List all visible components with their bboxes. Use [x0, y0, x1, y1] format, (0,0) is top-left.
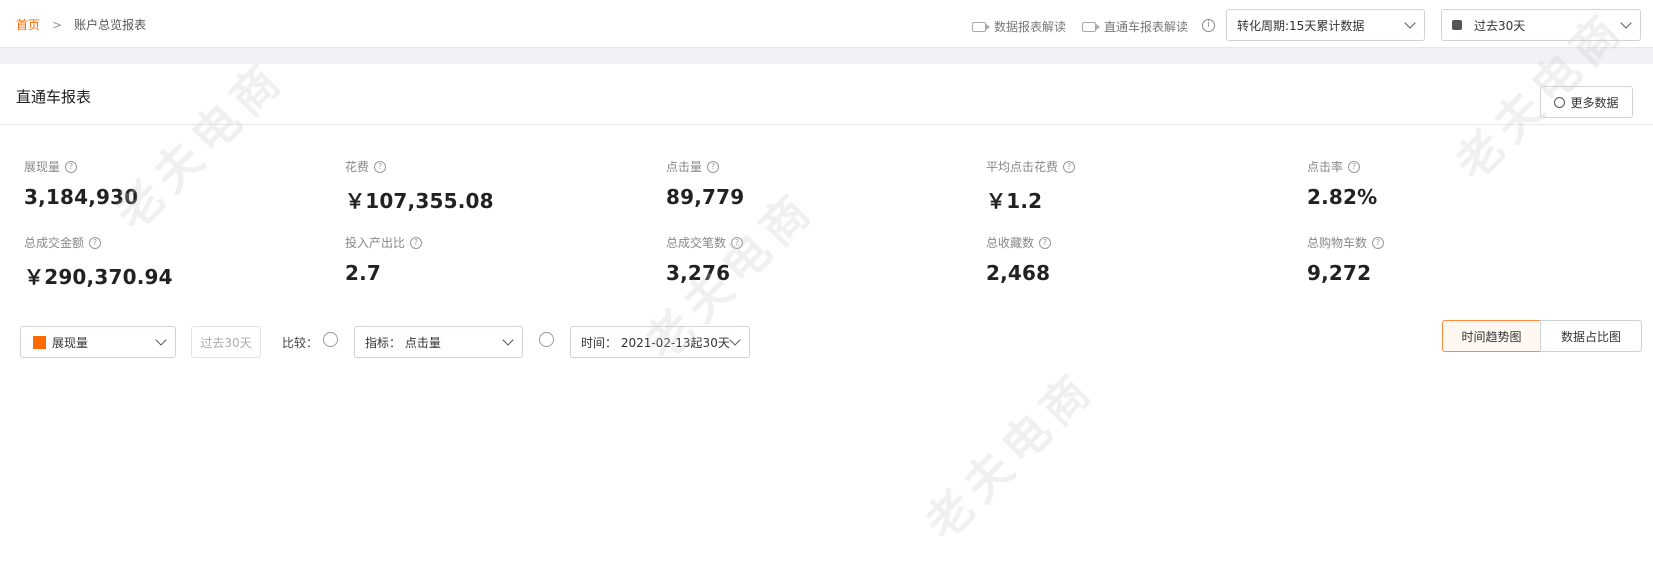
help-icon[interactable]: ?: [374, 160, 387, 173]
chevron-down-icon: [1404, 17, 1416, 29]
chevron-down-icon: [1620, 17, 1632, 29]
divider: [0, 124, 1653, 125]
date-range-select[interactable]: 过去30天: [1441, 9, 1641, 41]
data-report-guide-label: 数据报表解读: [994, 20, 1067, 34]
chevron-down-icon: [502, 334, 514, 346]
metric-label: 花费?: [345, 158, 645, 175]
metric-label: 点击率?: [1307, 158, 1607, 175]
ratio-view-button[interactable]: 数据占比图: [1540, 320, 1642, 352]
help-icon[interactable]: ?: [1063, 160, 1076, 173]
metric-card: 平均点击花费? ￥1.2: [986, 158, 1286, 214]
help-icon[interactable]: ?: [1348, 160, 1361, 173]
metric-card: 总收藏数? 2,468: [986, 234, 1286, 285]
breadcrumb: 首页 > 账户总览报表: [16, 16, 146, 33]
help-icon[interactable]: ?: [65, 160, 78, 173]
metric-label: 投入产出比?: [345, 234, 645, 251]
breadcrumb-home-link[interactable]: 首页: [16, 16, 40, 33]
help-icon[interactable]: ?: [89, 236, 102, 249]
metric-value: 89,779: [666, 185, 745, 209]
metric-card: 花费? ￥107,355.08: [345, 158, 645, 214]
video-icon: [1082, 21, 1100, 32]
more-data-button[interactable]: 更多数据: [1540, 86, 1633, 118]
indicator-select[interactable]: 指标： 点击量: [354, 326, 523, 358]
ztc-report-guide-label: 直通车报表解读: [1104, 20, 1189, 34]
metric-label: 平均点击花费?: [986, 158, 1286, 175]
metric-card: 投入产出比? 2.7: [345, 234, 645, 285]
card-title: 直通车报表: [16, 88, 92, 106]
compare-label: 比较：: [282, 336, 319, 350]
info-icon[interactable]: i: [1202, 19, 1215, 32]
help-icon[interactable]: ?: [707, 160, 720, 173]
metric-value: ￥107,355.08: [345, 189, 494, 213]
series-color-swatch: [33, 335, 46, 349]
range-button[interactable]: 过去30天: [191, 326, 261, 358]
video-icon: [972, 21, 990, 32]
help-icon[interactable]: ?: [410, 236, 423, 249]
metric-value: 3,184,930: [24, 185, 139, 209]
metric-label: 展现量?: [24, 158, 324, 175]
breadcrumb-separator: >: [52, 17, 63, 32]
ztc-report-card: 直通车报表 更多数据 展现量? 3,184,930 花费? ￥107,355.08 点击…: [0, 64, 1653, 579]
trend-chart: 200000150000100000500002021-03-152021-03…: [0, 369, 1653, 579]
metric-value: 9,272: [1307, 261, 1372, 285]
metric-value: 2.82%: [1307, 185, 1378, 209]
metric-card: 总成交金额? ￥290,370.94: [24, 234, 324, 290]
metric-label: 总收藏数?: [986, 234, 1286, 251]
help-icon[interactable]: ?: [1039, 236, 1052, 249]
metric-value: 2,468: [986, 261, 1051, 285]
data-report-guide-link[interactable]: 数据报表解读: [972, 18, 1066, 35]
trend-view-button[interactable]: 时间趋势图: [1442, 320, 1541, 352]
metric-card: 总购物车数? 9,272: [1307, 234, 1607, 285]
metric-card: 展现量? 3,184,930: [24, 158, 324, 209]
conversion-period-value: 转化周期:15天累计数据: [1237, 18, 1365, 33]
calendar-icon: [1452, 20, 1462, 30]
indicator-select-value: 指标： 点击量: [365, 335, 441, 350]
metric-label: 总成交笔数?: [666, 234, 966, 251]
metric-label: 总成交金额?: [24, 234, 324, 251]
metric-value: 3,276: [666, 261, 731, 285]
metric-value: ￥1.2: [986, 189, 1043, 213]
help-icon[interactable]: ?: [1372, 236, 1385, 249]
gear-icon: [1554, 96, 1566, 108]
time-select[interactable]: 时间： 2021-02-13起30天: [570, 326, 750, 358]
metric-card: 点击率? 2.82%: [1307, 158, 1607, 209]
conversion-period-select[interactable]: 转化周期:15天累计数据: [1226, 9, 1425, 41]
metric-value: ￥290,370.94: [24, 265, 173, 289]
compare-radio[interactable]: [323, 332, 338, 347]
metric-label: 点击量?: [666, 158, 966, 175]
breadcrumb-current: 账户总览报表: [74, 18, 147, 32]
time-compare-radio[interactable]: [539, 332, 554, 347]
ratio-view-label: 数据占比图: [1560, 329, 1621, 344]
metric-value: 2.7: [345, 261, 382, 285]
metric-select[interactable]: 展现量: [20, 326, 176, 358]
time-select-value: 时间： 2021-02-13起30天: [581, 335, 730, 350]
trend-view-label: 时间趋势图: [1461, 329, 1522, 344]
chevron-down-icon: [155, 334, 167, 346]
metric-label: 总购物车数?: [1307, 234, 1607, 251]
metric-card: 点击量? 89,779: [666, 158, 966, 209]
chevron-down-icon: [729, 334, 741, 346]
more-data-label: 更多数据: [1570, 95, 1619, 110]
metric-card: 总成交笔数? 3,276: [666, 234, 966, 285]
metric-select-value: 展现量: [52, 335, 89, 350]
help-icon[interactable]: ?: [731, 236, 744, 249]
date-range-value: 过去30天: [1474, 18, 1526, 33]
top-bar: 首页 > 账户总览报表 数据报表解读 直通车报表解读 i 转化周期:15天累计数…: [0, 0, 1653, 48]
ztc-report-guide-link[interactable]: 直通车报表解读: [1082, 18, 1188, 35]
